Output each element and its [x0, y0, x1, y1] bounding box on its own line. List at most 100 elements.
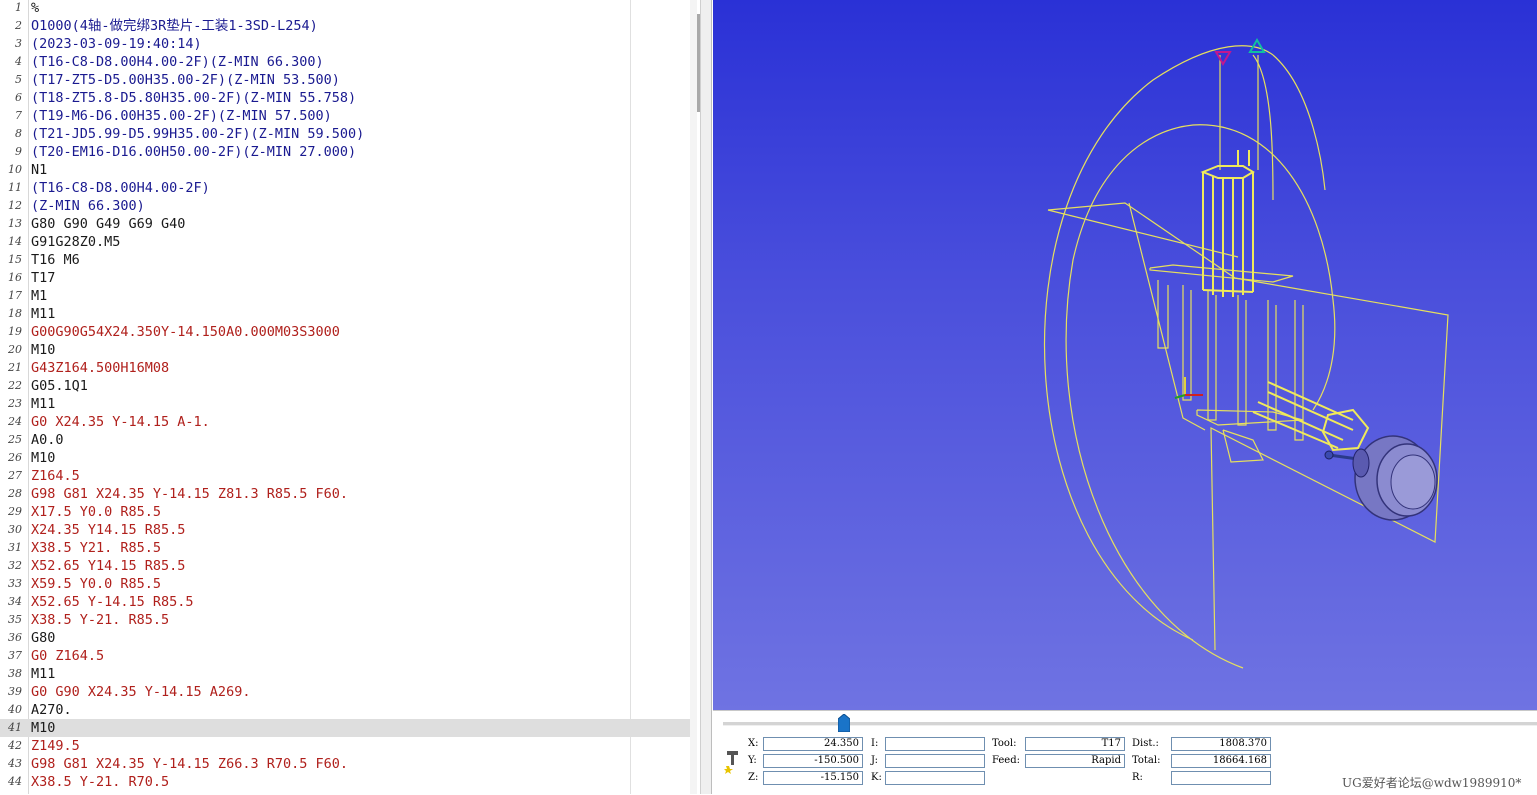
code-text: Z164.5 — [31, 468, 80, 484]
code-line[interactable]: 21 G43Z164.500H16M08 — [0, 359, 690, 377]
z-label: Z: — [748, 772, 759, 783]
line-number: 10 — [8, 163, 22, 176]
code-line[interactable]: 38 M11 — [0, 665, 690, 683]
code-line[interactable]: 19 G00G90G54X24.350Y-14.150A0.000M03S3000 — [0, 323, 690, 341]
code-line[interactable]: 25 A0.0 — [0, 431, 690, 449]
x-field[interactable]: 24.350 — [763, 737, 863, 751]
code-line[interactable]: 42 Z149.5 — [0, 737, 690, 755]
code-line[interactable]: 34 X52.65 Y-14.15 R85.5 — [0, 593, 690, 611]
code-line[interactable]: 35 X38.5 Y-21. R85.5 — [0, 611, 690, 629]
code-line[interactable]: 5 (T17-ZT5-D5.00H35.00-2F)(Z-MIN 53.500) — [0, 71, 690, 89]
code-line[interactable]: 12 (Z-MIN 66.300) — [0, 197, 690, 215]
nc-code-editor[interactable]: 1% 2 O1000(4轴-做完绑3R垫片-工装1-3SD-L254) 3 (2023-… — [0, 0, 697, 794]
code-text: X52.65 Y14.15 R85.5 — [31, 558, 186, 574]
line-number: 23 — [8, 397, 22, 410]
dist-field[interactable]: 1808.370 — [1171, 737, 1271, 751]
code-line[interactable]: 40 A270. — [0, 701, 690, 719]
i-label: I: — [871, 738, 879, 749]
code-text: G0 X24.35 Y-14.15 A-1. — [31, 414, 210, 430]
code-text: G0 G90 X24.35 Y-14.15 A269. — [31, 684, 251, 700]
code-line[interactable]: 16 T17 — [0, 269, 690, 287]
code-text: M10 — [31, 450, 56, 466]
code-line[interactable]: 17 M1 — [0, 287, 690, 305]
feed-label: Feed: — [992, 755, 1020, 766]
code-line[interactable]: 24 G0 X24.35 Y-14.15 A-1. — [0, 413, 690, 431]
code-line[interactable]: 20 M10 — [0, 341, 690, 359]
code-line[interactable]: 13 G80 G90 G49 G69 G40 — [0, 215, 690, 233]
code-line[interactable]: 29 X17.5 Y0.0 R85.5 — [0, 503, 690, 521]
code-line[interactable]: 33 X59.5 Y0.0 R85.5 — [0, 575, 690, 593]
total-label: Total: — [1132, 755, 1161, 766]
code-line[interactable]: 6 (T18-ZT5.8-D5.80H35.00-2F)(Z-MIN 55.758… — [0, 89, 690, 107]
code-text: Z149.5 — [31, 738, 80, 754]
code-text: (Z-MIN 66.300) — [31, 198, 145, 214]
editor-scrollbar[interactable] — [690, 0, 697, 794]
tool-field[interactable]: T17 — [1025, 737, 1125, 751]
pane-splitter[interactable] — [700, 0, 712, 794]
code-line[interactable]: 14 G91G28Z0.M5 — [0, 233, 690, 251]
k-label: K: — [871, 772, 882, 783]
z-field[interactable]: -15.150 — [763, 771, 863, 785]
code-line[interactable]: 1% — [0, 0, 690, 17]
line-number: 8 — [15, 127, 22, 140]
line-number: 27 — [8, 469, 22, 482]
rotary-arc-outer-right — [1272, 54, 1326, 191]
code-text: G05.1Q1 — [31, 378, 88, 394]
code-line[interactable]: 4 (T16-C8-D8.00H4.00-2F)(Z-MIN 66.300) — [0, 53, 690, 71]
code-text: M11 — [31, 396, 56, 412]
y-label: Y: — [748, 755, 757, 766]
code-line[interactable]: 9 (T20-EM16-D16.00H50.00-2F)(Z-MIN 27.000… — [0, 143, 690, 161]
r-field[interactable] — [1171, 771, 1271, 785]
code-line[interactable]: 10 N1 — [0, 161, 690, 179]
code-line[interactable]: 31 X38.5 Y21. R85.5 — [0, 539, 690, 557]
code-text: (T19-M6-D6.00H35.00-2F)(Z-MIN 57.500) — [31, 108, 332, 124]
code-text: A0.0 — [31, 432, 64, 448]
code-text: G98 G81 X24.35 Y-14.15 Z81.3 R85.5 F60. — [31, 486, 348, 502]
j-label: J: — [871, 755, 878, 766]
total-field[interactable]: 18664.168 — [1171, 754, 1271, 768]
code-line[interactable]: 36 G80 — [0, 629, 690, 647]
line-number: 29 — [8, 505, 22, 518]
code-line[interactable]: 3 (2023-03-09-19:40:14) — [0, 35, 690, 53]
code-line[interactable]: 44 X38.5 Y-21. R70.5 — [0, 773, 690, 791]
code-text: M10 — [31, 342, 56, 358]
code-line[interactable]: 15 T16 M6 — [0, 251, 690, 269]
code-line[interactable]: 37 G0 Z164.5 — [0, 647, 690, 665]
line-number: 12 — [8, 199, 22, 212]
line-number: 41 — [8, 721, 22, 734]
tool-label: Tool: — [992, 738, 1017, 749]
code-line[interactable]: 39 G0 G90 X24.35 Y-14.15 A269. — [0, 683, 690, 701]
code-text: X24.35 Y14.15 R85.5 — [31, 522, 186, 538]
slider-thumb[interactable] — [838, 714, 851, 732]
code-line[interactable]: 32 X52.65 Y14.15 R85.5 — [0, 557, 690, 575]
line-number: 43 — [8, 757, 22, 770]
code-text: (T16-C8-D8.00H4.00-2F) — [31, 180, 210, 196]
tool-holder-top — [1200, 165, 1255, 179]
code-line[interactable]: 28 G98 G81 X24.35 Y-14.15 Z81.3 R85.5 F60… — [0, 485, 690, 503]
code-line[interactable]: 22 G05.1Q1 — [0, 377, 690, 395]
code-line[interactable]: 43 G98 G81 X24.35 Y-14.15 Z66.3 R70.5 F60… — [0, 755, 690, 773]
code-line[interactable]: 18 M11 — [0, 305, 690, 323]
j-field[interactable] — [885, 754, 985, 768]
code-line[interactable]: 27 Z164.5 — [0, 467, 690, 485]
code-line-current[interactable]: 41 M10 — [0, 719, 690, 737]
code-line[interactable]: 11 (T16-C8-D8.00H4.00-2F) — [0, 179, 690, 197]
feed-field[interactable]: Rapid — [1025, 754, 1125, 768]
code-text: G0 Z164.5 — [31, 648, 105, 664]
code-line[interactable]: 23 M11 — [0, 395, 690, 413]
line-number: 14 — [8, 235, 22, 248]
3d-simulation-viewport[interactable] — [713, 0, 1537, 710]
code-line[interactable]: 8 (T21-JD5.99-D5.99H35.00-2F)(Z-MIN 59.50… — [0, 125, 690, 143]
y-field[interactable]: -150.500 — [763, 754, 863, 768]
i-field[interactable] — [885, 737, 985, 751]
line-number: 37 — [8, 649, 22, 662]
code-line[interactable]: 30 X24.35 Y14.15 R85.5 — [0, 521, 690, 539]
code-text: X17.5 Y0.0 R85.5 — [31, 504, 162, 520]
code-line[interactable]: 2 O1000(4轴-做完绑3R垫片-工装1-3SD-L254) — [0, 17, 690, 35]
line-number: 24 — [8, 415, 22, 428]
code-text: G98 G81 X24.35 Y-14.15 Z66.3 R70.5 F60. — [31, 756, 348, 772]
k-field[interactable] — [885, 771, 985, 785]
code-line[interactable]: 7 (T19-M6-D6.00H35.00-2F)(Z-MIN 57.500) — [0, 107, 690, 125]
code-line[interactable]: 26 M10 — [0, 449, 690, 467]
line-number: 28 — [8, 487, 22, 500]
